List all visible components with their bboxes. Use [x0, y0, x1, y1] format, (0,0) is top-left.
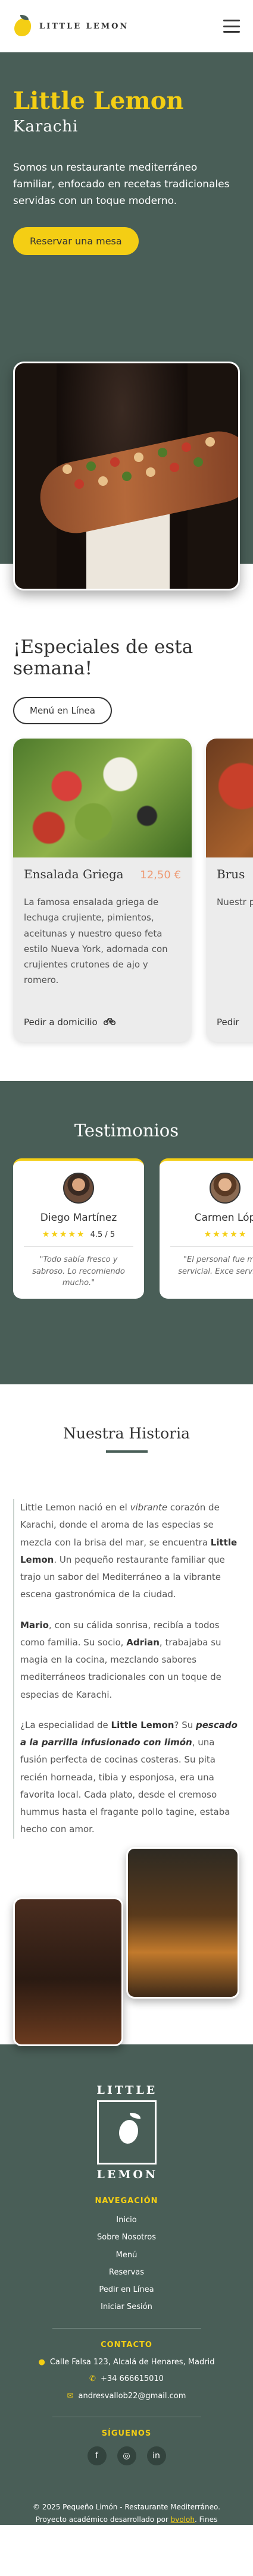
- brand-logo[interactable]: LITTLE LEMON: [13, 15, 129, 37]
- footer-address: Calle Falsa 123, Alcalá de Henares, Madr…: [49, 2357, 215, 2367]
- footer-nav-title: NAVEGACIÓN: [95, 2197, 158, 2206]
- testimonial-name: Diego Martínez: [40, 1212, 117, 1224]
- footer-logo[interactable]: LITTLE LEMON: [96, 2084, 158, 2181]
- star-icon: ★: [51, 1230, 58, 1239]
- footer-contact: ● Calle Falsa 123, Alcalá de Henares, Mad…: [0, 2354, 253, 2405]
- order-delivery-link[interactable]: Pedir: [217, 1017, 253, 1028]
- location-pin-icon: ●: [38, 2357, 45, 2367]
- site-header: LITTLE LEMON: [0, 0, 253, 52]
- history-section: Nuestra Historia Little Lemon nació en e…: [0, 1384, 253, 2046]
- star-icon: ★: [42, 1230, 50, 1239]
- testimonial-quote: "Todo sabía fresco y sabroso. Lo recomie…: [32, 1255, 125, 1287]
- history-paragraph: ¿La especialidad de Little Lemon? Su pes…: [20, 1719, 238, 1835]
- footer-logo-top: LITTLE: [96, 2084, 158, 2097]
- hero-description: Somos un restaurante mediterráneo famili…: [13, 162, 230, 208]
- lemon-logo-icon: [96, 2100, 157, 2165]
- greek-salad-image: [13, 739, 192, 857]
- footer-phone[interactable]: +34 666615010: [101, 2374, 164, 2383]
- footer-contact-title: CONTACTO: [101, 2340, 152, 2349]
- testimonial-name: Carmen Lóp: [194, 1212, 253, 1224]
- hero-section: Little Lemon Karachi Somos un restaurant…: [0, 52, 253, 590]
- star-icon: ★: [68, 1230, 76, 1239]
- bicycle-icon: [103, 1017, 115, 1028]
- brand-name: LITTLE LEMON: [39, 21, 129, 31]
- title-underline: [105, 1450, 148, 1453]
- specials-carousel[interactable]: Ensalada Griega 12,50 € La famosa ensala…: [13, 739, 253, 1042]
- star-icon: ★: [221, 1230, 229, 1239]
- history-paragraph: Mario, con su cálida sonrisa, recibía a …: [20, 1619, 221, 1700]
- special-description: Nuestr pan a la con aji de oliv: [217, 897, 253, 907]
- avatar: [63, 1173, 94, 1204]
- history-text: Little Lemon nació en el vibrante corazó…: [13, 1499, 240, 1839]
- testimonials-carousel[interactable]: Diego Martínez ★ ★ ★ ★ ★ 4.5 / 5 "Todo sabía…: [13, 1158, 253, 1299]
- footer-link-menu[interactable]: Menú: [0, 2247, 253, 2264]
- phone-icon: ✆: [89, 2374, 96, 2384]
- footer-follow-title: SÍGUENOS: [101, 2429, 152, 2439]
- star-icon: ★: [230, 1230, 238, 1239]
- footer-link-reservations[interactable]: Reservas: [0, 2264, 253, 2281]
- email-icon: ✉: [67, 2391, 74, 2401]
- instagram-icon[interactable]: ◎: [117, 2446, 136, 2466]
- testimonials-title: Testimonios: [74, 1120, 179, 1141]
- footer-nav: Inicio Sobre Nosotros Menú Reservas Pedi…: [0, 2211, 253, 2316]
- star-icon: ★: [59, 1230, 67, 1239]
- order-delivery-label: Pedir: [217, 1017, 239, 1028]
- footer-link-home[interactable]: Inicio: [0, 2211, 253, 2229]
- star-icon: ★: [238, 1230, 246, 1239]
- history-title: Nuestra Historia: [63, 1425, 190, 1442]
- footer-email[interactable]: andresvallob22@gmail.com: [78, 2392, 186, 2401]
- footer-link-about[interactable]: Sobre Nosotros: [0, 2229, 253, 2246]
- order-delivery-link[interactable]: Pedir a domicilio: [24, 1017, 181, 1028]
- divider: [170, 1246, 253, 1247]
- star-icon: ★: [204, 1230, 212, 1239]
- divider: [24, 1246, 133, 1247]
- hero-subtitle: Karachi: [13, 118, 79, 136]
- testimonial-card: Carmen Lóp ★★★★★ "El personal fue mu y s…: [160, 1158, 253, 1299]
- footer-link-order-online[interactable]: Pedir en Línea: [0, 2281, 253, 2298]
- star-rating: ★ ★ ★ ★ ★: [170, 1230, 253, 1239]
- online-menu-button[interactable]: Menú en Línea: [13, 697, 112, 724]
- hamburger-icon[interactable]: [223, 20, 240, 33]
- facebook-icon[interactable]: f: [87, 2446, 107, 2466]
- hero-image: [13, 362, 240, 590]
- footer-logo-bottom: LEMON: [96, 2168, 158, 2181]
- divider: [52, 2327, 201, 2329]
- special-name: Brus: [217, 867, 245, 881]
- reserve-table-button[interactable]: Reservar una mesa: [13, 227, 139, 256]
- order-delivery-label: Pedir a domicilio: [24, 1017, 98, 1028]
- lemon-logo-icon: [13, 15, 32, 37]
- copyright: © 2025 Pequeño Limón - Restaurante Medit…: [33, 2503, 220, 2536]
- footer-link-login[interactable]: Iniciar Sesión: [0, 2298, 253, 2316]
- testimonials-section: Testimonios Diego Martínez ★ ★ ★ ★ ★ 4.5 / 5…: [0, 1081, 253, 1384]
- special-card[interactable]: Ensalada Griega 12,50 € La famosa ensala…: [13, 739, 192, 1042]
- specials-section: ¡Especiales de esta semana! Menú en Líne…: [0, 564, 253, 1081]
- history-gallery: [13, 1846, 240, 2061]
- half-star-icon: ★: [77, 1230, 85, 1239]
- linkedin-icon[interactable]: in: [146, 2446, 166, 2466]
- specials-title: ¡Especiales de esta semana!: [13, 636, 193, 679]
- avatar: [210, 1173, 240, 1204]
- rating-score: 4.5 / 5: [90, 1230, 115, 1239]
- social-links: f ◎ in: [0, 2446, 253, 2466]
- star-rating: ★ ★ ★ ★ ★ 4.5 / 5: [24, 1230, 133, 1239]
- special-price: 12,50 €: [140, 869, 181, 881]
- author-link[interactable]: bvoloh: [171, 2515, 195, 2524]
- testimonial-card: Diego Martínez ★ ★ ★ ★ ★ 4.5 / 5 "Todo sabía…: [13, 1158, 144, 1299]
- site-footer: LITTLE LEMON NAVEGACIÓN Inicio Sobre Nos…: [0, 2044, 253, 2536]
- special-name: Ensalada Griega: [24, 867, 124, 881]
- special-card[interactable]: Brus Nuestr pan a la con aji de oliv Ped…: [206, 739, 253, 1042]
- testimonial-quote: "El personal fue mu y servicial. Exce se…: [178, 1255, 253, 1276]
- chefs-kitchen-photo: [13, 1897, 123, 2046]
- history-paragraph: Little Lemon nació en el vibrante corazó…: [20, 1502, 238, 1600]
- bruschetta-image: [206, 739, 253, 857]
- special-description: La famosa ensalada griega de lechuga cru…: [24, 897, 168, 986]
- hero-title: Little Lemon: [13, 87, 184, 115]
- market-photo: [126, 1846, 239, 1999]
- star-icon: ★: [213, 1230, 220, 1239]
